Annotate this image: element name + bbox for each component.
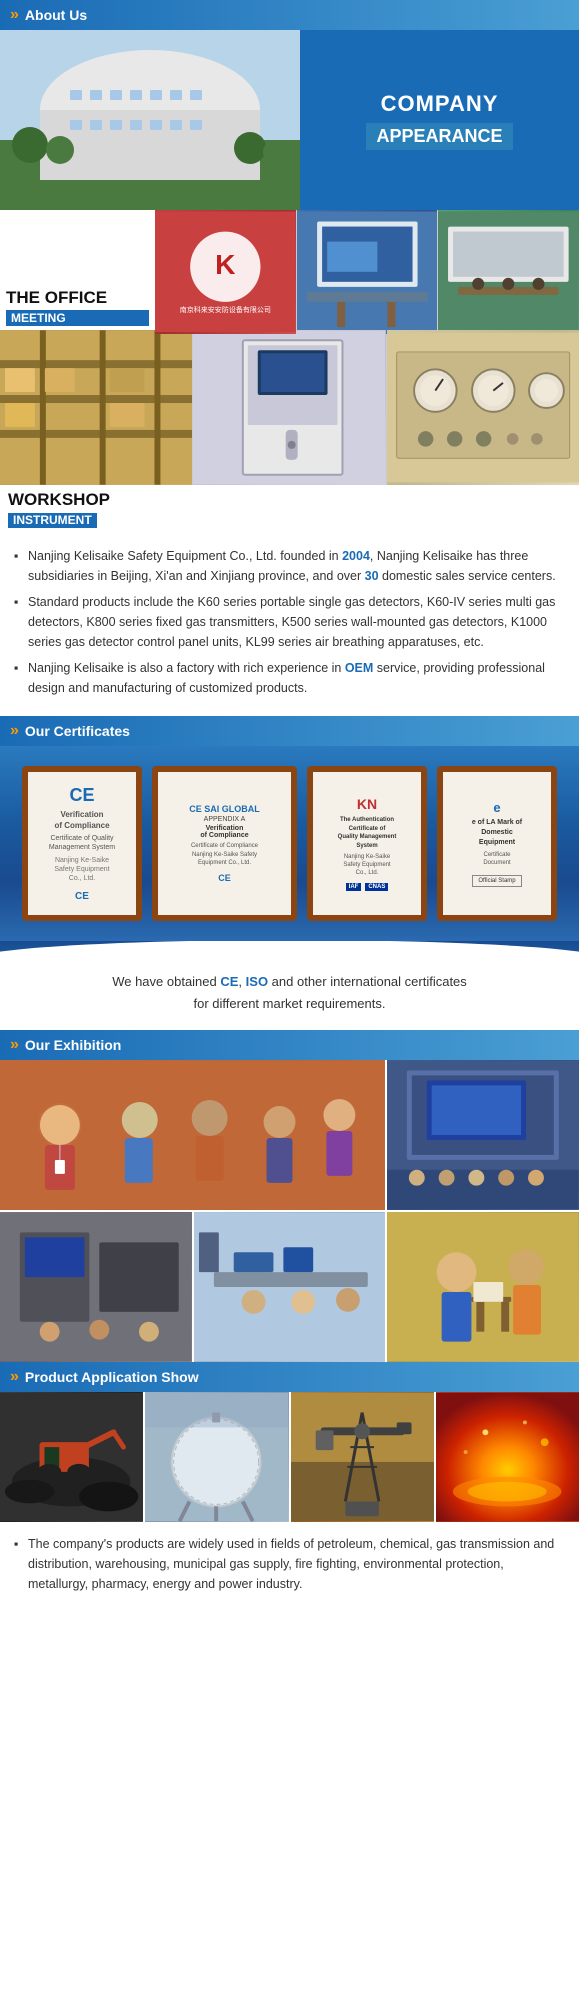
oil-pump-svg [291, 1392, 434, 1522]
company-label-line2: APPEARANCE [366, 123, 512, 150]
cabinet-photo [193, 330, 385, 485]
office-photo-2 [297, 210, 438, 334]
about-bullet-list: Nanjing Kelisaike Safety Equipment Co., … [14, 546, 565, 698]
cert-frame-2: CE SAI GLOBAL APPENDIX A Verificationof … [152, 766, 297, 921]
cert-caption: We have obtained CE, ISO and other inter… [0, 957, 579, 1029]
workshop-section [0, 330, 579, 485]
cert-frame-1: CE Verificationof Compliance Certificate… [22, 766, 142, 921]
product-photo-2 [145, 1392, 288, 1522]
company-appearance-label: COMPANY APPEARANCE [300, 30, 579, 210]
mining-svg [0, 1392, 143, 1522]
iso-highlight: ISO [246, 974, 268, 989]
chevron-icon: » [10, 6, 19, 24]
warehouse-svg [0, 330, 192, 485]
ex-chevron-icon: » [10, 1036, 19, 1054]
meeting-room-svg [297, 210, 438, 334]
exhibition-photo-2 [387, 1060, 579, 1210]
certificates-display: CE Verificationof Compliance Certificate… [0, 746, 579, 941]
about-text-section: Nanjing Kelisaike Safety Equipment Co., … [0, 534, 579, 716]
cert-1-logo: CE [69, 785, 94, 806]
exhibition-title: Our Exhibition [25, 1037, 121, 1053]
about-us-header: » About Us [0, 0, 579, 30]
building-photo [0, 30, 300, 210]
bottom-bullet-list: The company's products are widely used i… [14, 1534, 565, 1594]
instrument-svg [387, 330, 579, 485]
prod-chevron-icon: » [10, 1368, 19, 1386]
product-application-title: Product Application Show [25, 1369, 199, 1385]
office-photo-3 [438, 210, 579, 334]
ex-photo1-svg [0, 1060, 385, 1210]
office-photo-1: K 南京科来安安防设备有限公司 [155, 210, 296, 334]
office-meeting-section: THE OFFICE MEETING K 南京科来安安防设备有限公司 [0, 210, 579, 330]
about-us-title: About Us [25, 7, 87, 23]
cabinet-svg [193, 330, 385, 485]
office-photos-grid: K 南京科来安安防设备有限公司 [155, 210, 579, 334]
cert-3-content: KN The AuthenticationCertificate ofQuali… [338, 796, 397, 891]
meeting2-svg [438, 210, 579, 334]
about-bullet-3: Nanjing Kelisaike is also a factory with… [14, 658, 565, 698]
office-meeting-label: THE OFFICE MEETING [0, 210, 155, 334]
cert-frame-3: KN The AuthenticationCertificate ofQuali… [307, 766, 427, 921]
tank-svg [145, 1392, 288, 1522]
year-highlight: 2004 [342, 549, 370, 563]
fire-svg [436, 1392, 579, 1522]
company-label-line1: COMPANY [381, 90, 499, 119]
product-application-header: » Product Application Show [0, 1362, 579, 1392]
cert-caption-line2: for different market requirements. [194, 996, 386, 1011]
product-photo-3 [291, 1392, 434, 1522]
exhibition-photo-5 [387, 1212, 579, 1362]
wave-decoration [0, 941, 579, 957]
ex-photo2-svg [387, 1060, 579, 1210]
office-title: THE OFFICE [6, 289, 149, 308]
building-svg [0, 30, 300, 210]
product-photo-4 [436, 1392, 579, 1522]
workshop-title: WORKSHOP [8, 491, 110, 510]
exhibition-grid [0, 1060, 579, 1362]
number-highlight: 30 [365, 569, 379, 583]
certificates-header: » Our Certificates [0, 716, 579, 746]
cert-chevron-icon: » [10, 722, 19, 740]
instrument-photo [387, 330, 579, 485]
warehouse-photo [0, 330, 192, 485]
exhibition-header: » Our Exhibition [0, 1030, 579, 1060]
wave-curve [0, 941, 579, 957]
cert-frame-4: e e of LA Mark ofDomesticEquipment Certi… [437, 766, 557, 921]
cert-caption-text: We have obtained CE, ISO and other inter… [112, 974, 467, 989]
cert-1-text: Verificationof Compliance Certificate of… [49, 810, 115, 902]
office-subtitle: MEETING [6, 310, 149, 326]
about-bullet-1: Nanjing Kelisaike Safety Equipment Co., … [14, 546, 565, 586]
company-appearance-section: COMPANY APPEARANCE [0, 30, 579, 210]
oem-highlight: OEM [345, 661, 373, 675]
exhibition-photo-1 [0, 1060, 385, 1210]
svg-text:K: K [215, 249, 236, 280]
svg-text:南京科来安安防设备有限公司: 南京科来安安防设备有限公司 [180, 305, 271, 314]
bottom-bullet-1: The company's products are widely used i… [14, 1534, 565, 1594]
ex-photo3-svg [0, 1212, 192, 1362]
product-photo-1 [0, 1392, 143, 1522]
ce-highlight: CE [220, 974, 238, 989]
workshop-label-row: WORKSHOP INSTRUMENT [0, 485, 579, 534]
cert-2-content: CE SAI GLOBAL APPENDIX A Verificationof … [189, 804, 260, 883]
cert-4-content: e e of LA Mark ofDomesticEquipment Certi… [472, 800, 522, 887]
exhibition-photo-3 [0, 1212, 192, 1362]
ex-photo5-svg [387, 1212, 579, 1362]
bottom-text-section: The company's products are widely used i… [0, 1522, 579, 1606]
about-bullet-2: Standard products include the K60 series… [14, 592, 565, 652]
ex-photo4-svg [194, 1212, 386, 1362]
exhibition-photo-4 [194, 1212, 386, 1362]
cert-section-title: Our Certificates [25, 723, 130, 739]
product-grid [0, 1392, 579, 1522]
workshop-subtitle: INSTRUMENT [8, 513, 97, 528]
workshop-label-box: WORKSHOP INSTRUMENT [8, 491, 110, 528]
bottom-bullet-text: The company's products are widely used i… [28, 1537, 554, 1591]
office-logo-svg: K 南京科来安安防设备有限公司 [155, 210, 296, 334]
